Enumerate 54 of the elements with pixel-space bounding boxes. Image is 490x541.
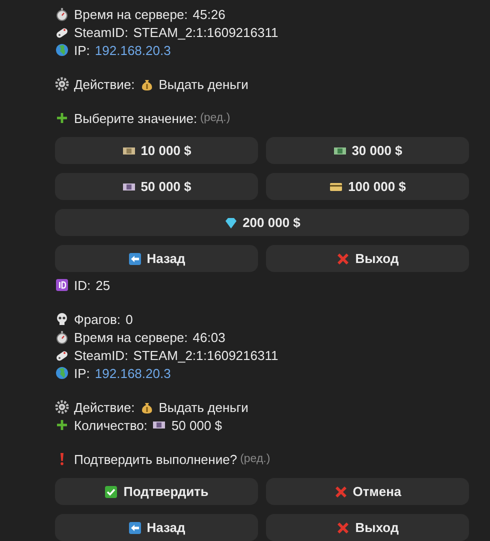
info-label: Фрагов: — [74, 312, 121, 326]
info-label: Количество: — [74, 418, 148, 432]
gear-icon — [55, 77, 69, 91]
info-value: STEAM_2:1:1609216311 — [133, 348, 278, 362]
info-value: 45:26 — [192, 6, 226, 22]
info-value: Выдать деньги — [158, 400, 248, 414]
keyboard-button[interactable]: 30 000 $ — [266, 137, 469, 164]
checkmark-icon — [104, 484, 118, 498]
info-label: SteamID: — [74, 24, 128, 40]
plus-icon — [55, 418, 69, 432]
info-label: Время на сервере: — [74, 330, 188, 344]
keyboard-button[interactable]: Подтвердить — [55, 478, 258, 505]
info-label: IP: — [74, 366, 90, 380]
close-icon — [334, 484, 348, 498]
keyboard-button[interactable]: Выход — [266, 245, 469, 272]
info-label: ID: — [74, 278, 91, 292]
plus-icon — [55, 111, 69, 125]
stopwatch-icon — [55, 7, 69, 21]
info-label: Действие: — [74, 76, 135, 92]
keyboard-button[interactable]: Назад — [55, 514, 258, 541]
stopwatch-icon — [55, 330, 69, 344]
skull-icon — [55, 312, 69, 326]
info-label: IP: — [74, 42, 90, 58]
edited-mark: (ред.) — [200, 112, 230, 124]
ip-link[interactable]: 192.168.20.3 — [94, 42, 171, 58]
globe-icon — [55, 43, 69, 57]
money-bag-icon — [140, 77, 154, 91]
info-value: 50 000 $ — [171, 418, 222, 432]
globe-icon — [55, 366, 69, 380]
keyboard-button[interactable]: Назад — [55, 245, 258, 272]
close-icon — [336, 252, 350, 266]
info-label: Время на сервере: — [74, 6, 188, 22]
keyboard-button[interactable]: 200 000 $ — [55, 209, 469, 236]
info-value: Выдать деньги — [158, 76, 248, 92]
edited-mark: (ред.) — [240, 453, 270, 465]
info-label: Выберите значение: — [74, 110, 198, 126]
id-badge-icon — [55, 278, 69, 292]
info-value: 0 — [126, 312, 133, 326]
info-label: Действие: — [74, 400, 135, 414]
keyboard-button[interactable]: 50 000 $ — [55, 173, 258, 200]
keyboard-button[interactable]: 10 000 $ — [55, 137, 258, 164]
info-value: 46:03 — [192, 330, 226, 344]
close-icon — [336, 520, 350, 534]
money-bag-icon — [140, 400, 154, 414]
diamond-icon — [224, 216, 238, 230]
keyboard-button[interactable]: 100 000 $ — [266, 173, 469, 200]
info-label: Подтвердить выполнение? — [74, 452, 238, 466]
info-value: STEAM_2:1:1609216311 — [133, 24, 278, 40]
keyboard-button[interactable]: Отмена — [266, 478, 469, 505]
ip-link[interactable]: 192.168.20.3 — [94, 366, 171, 380]
gear-icon — [55, 400, 69, 414]
keyboard-button[interactable]: Выход — [266, 514, 469, 541]
info-label: SteamID: — [74, 348, 128, 362]
info-value: 25 — [96, 278, 110, 292]
